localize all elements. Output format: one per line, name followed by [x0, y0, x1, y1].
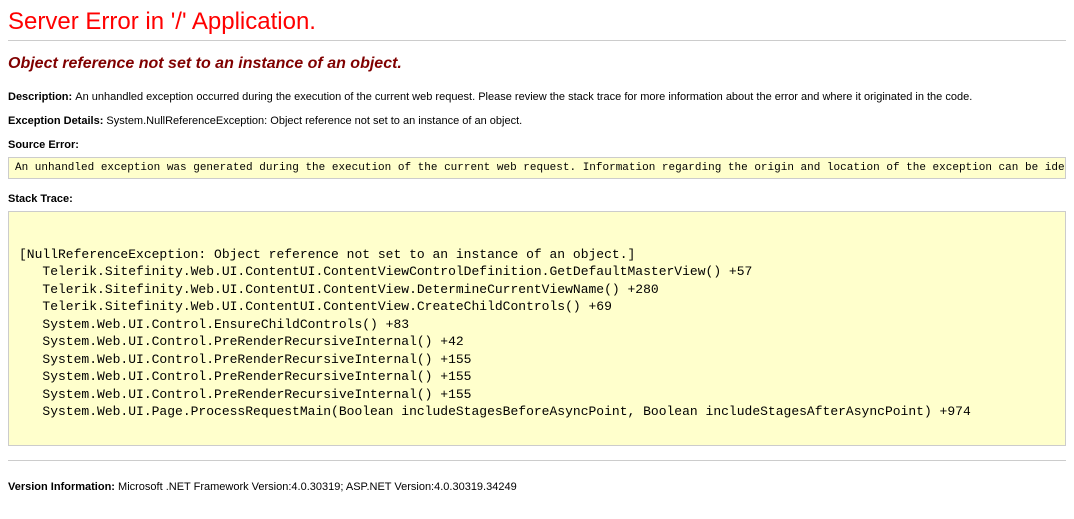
version-label: Version Information:: [8, 481, 115, 493]
exception-text: System.NullReferenceException: Object re…: [106, 115, 522, 127]
source-error-label: Source Error:: [8, 139, 1066, 151]
version-text: Microsoft .NET Framework Version:4.0.303…: [115, 481, 517, 493]
divider: [8, 40, 1066, 41]
exception-label: Exception Details:: [8, 115, 106, 127]
exception-line: Exception Details: System.NullReferenceE…: [8, 115, 1066, 127]
divider-bottom: [8, 460, 1066, 461]
error-subtitle: Object reference not set to an instance …: [8, 55, 1066, 73]
description-line: Description: An unhandled exception occu…: [8, 91, 1066, 103]
description-text: An unhandled exception occurred during t…: [75, 91, 972, 103]
stack-trace-box: [NullReferenceException: Object referenc…: [8, 211, 1066, 446]
version-line: Version Information: Microsoft .NET Fram…: [8, 481, 1066, 493]
stack-trace-label: Stack Trace:: [8, 193, 1066, 205]
page-title: Server Error in '/' Application.: [8, 8, 1066, 36]
source-error-box: An unhandled exception was generated dur…: [8, 157, 1066, 179]
description-label: Description:: [8, 91, 75, 103]
